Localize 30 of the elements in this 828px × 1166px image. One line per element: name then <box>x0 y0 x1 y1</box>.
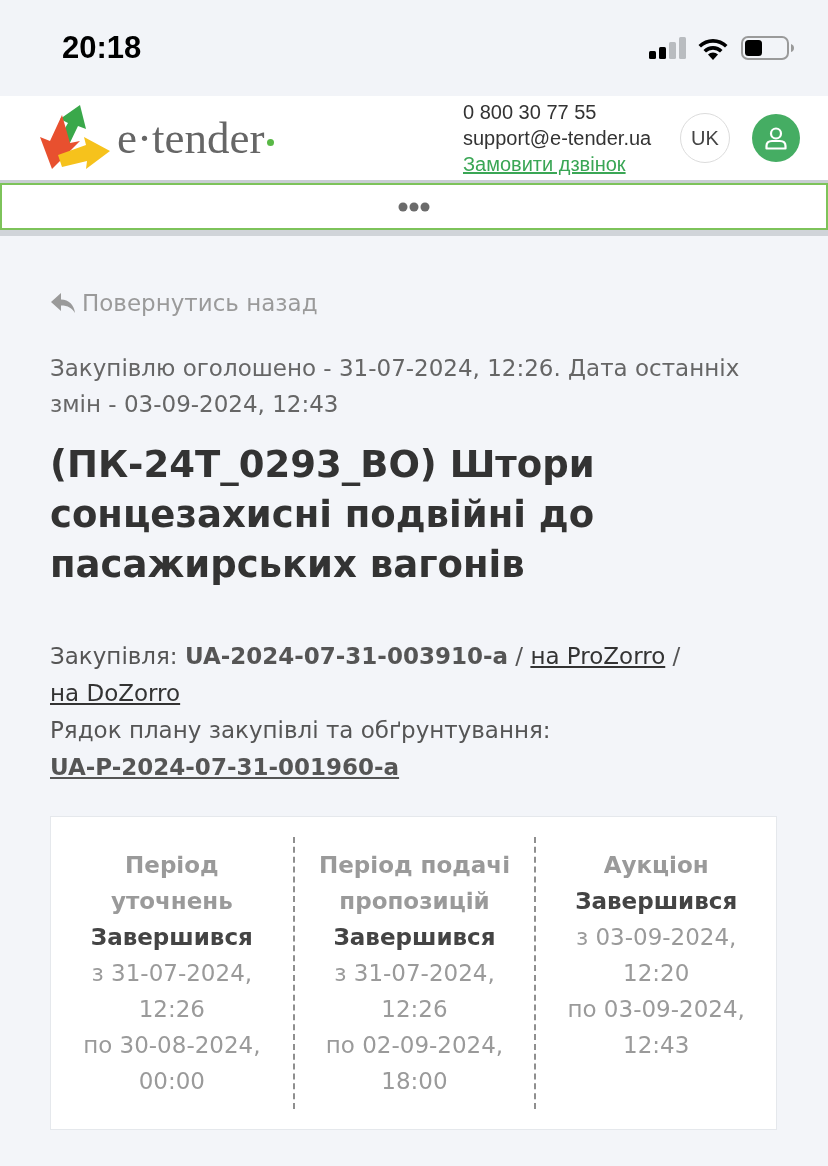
plan-line: Рядок плану закупівлі та обґрунтування: UA-P-2024-07-31-001960-a <box>50 716 552 782</box>
procurement-line: Закупівля: UA-2024-07-31-003910-a / на ProZorro / на DoZorro <box>50 642 682 708</box>
logo-text: e·tender <box>117 115 265 161</box>
phone-number: 0 800 30 77 55 <box>463 100 598 125</box>
platform-link[interactable]: на ProZorro <box>530 643 666 669</box>
period-name: Період подачі пропозицій <box>317 851 511 916</box>
dates-note: Закупівлю оголошено - 31-07-2024, 12:26. Дата останніх змін - 03-09-2024, 12:43 <box>50 354 741 419</box>
period-name: Період уточнень <box>109 851 234 916</box>
more-icon[interactable] <box>398 201 430 212</box>
language-button[interactable]: UK <box>680 113 730 163</box>
signal-icon <box>649 37 687 59</box>
wifi-icon <box>697 36 729 60</box>
email-address: support@e-tender.ua <box>463 126 653 151</box>
platform-link[interactable]: на DoZorro <box>50 680 181 706</box>
person-icon <box>764 126 788 150</box>
plan-id-link[interactable]: UA-P-2024-07-31-001960-a <box>50 754 400 780</box>
status-time: 20:18 <box>62 30 142 66</box>
period-status: Завершився <box>332 923 497 952</box>
logo-arrows-icon <box>40 105 110 171</box>
period-name: Аукціон <box>602 851 710 880</box>
reply-arrow-icon <box>50 292 76 314</box>
period-end: по 03-09-2024, 12:43 <box>566 995 746 1060</box>
battery-icon <box>741 36 794 60</box>
profile-button[interactable] <box>752 114 800 162</box>
tender-title: (ПК-24Т_0293_ВО) Штори сонцезахисні подвійні до пасажирських вагонів <box>50 442 596 588</box>
logo-dot-icon <box>267 138 275 146</box>
period-end: по 30-08-2024, 00:00 <box>82 1031 262 1096</box>
period-status: Завершився <box>89 923 254 952</box>
period-end: по 02-09-2024, 18:00 <box>324 1031 505 1096</box>
period-status: Завершився <box>574 887 739 916</box>
